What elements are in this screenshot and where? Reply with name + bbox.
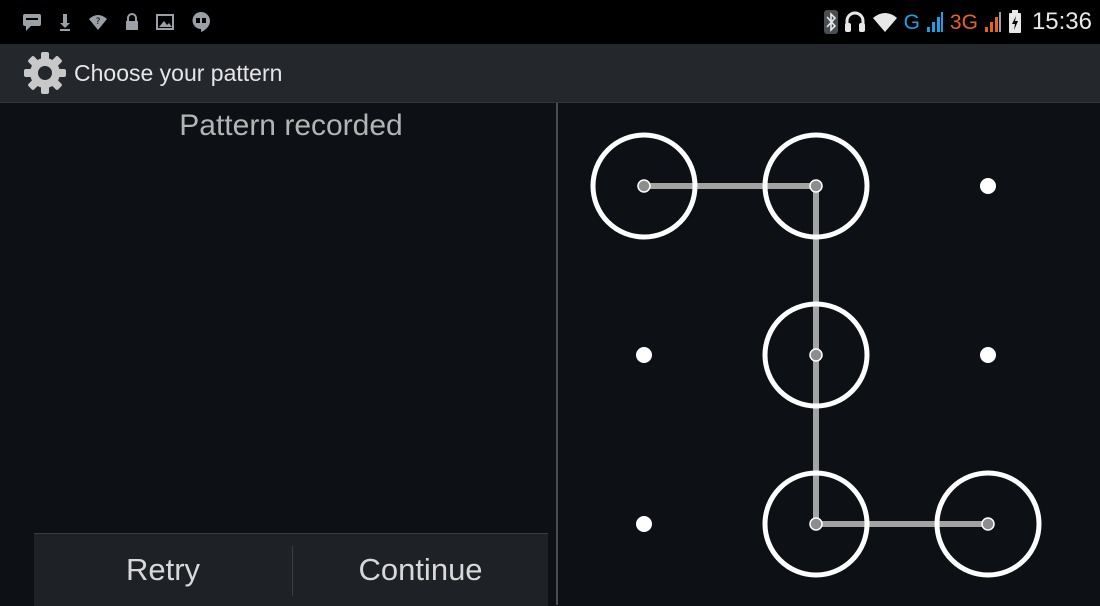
pattern-status-text: Pattern recorded: [179, 109, 403, 142]
notification-icons: ?: [22, 11, 211, 33]
pattern-grid[interactable]: [558, 103, 1100, 605]
left-pane: Pattern recorded: [0, 103, 556, 605]
network-type-label: G: [903, 10, 920, 34]
network-type-label-secondary: 3G: [949, 10, 978, 34]
system-icons: G 3G 15:36: [823, 6, 1092, 38]
signal-icon: [926, 12, 943, 32]
button-bar: Retry Continue: [34, 533, 548, 606]
pattern-node-center: [809, 179, 823, 193]
svg-text:?: ?: [96, 17, 101, 27]
image-icon: [156, 14, 174, 30]
pattern-node-dot: [980, 347, 996, 363]
pattern-node-dot: [636, 516, 652, 532]
pattern-node[interactable]: [980, 347, 996, 363]
lock-icon: [126, 13, 138, 30]
continue-button[interactable]: Continue: [293, 534, 548, 606]
pattern-node-center: [809, 517, 823, 531]
pattern-node-dot: [980, 178, 996, 194]
pattern-node[interactable]: [636, 347, 652, 363]
page-title: Choose your pattern: [74, 59, 283, 86]
retry-button[interactable]: Retry: [34, 534, 292, 606]
headset-icon: [844, 11, 865, 32]
bluetooth-icon: [823, 10, 838, 34]
status-clock: 15:36: [1031, 8, 1092, 35]
pattern-node-center: [981, 517, 995, 531]
pattern-node[interactable]: [636, 516, 652, 532]
battery-icon: [1008, 10, 1021, 33]
hangouts-icon: [192, 12, 210, 32]
signal-icon-secondary: [984, 12, 1001, 32]
pattern-node-center: [809, 348, 823, 362]
status-bar: ? G 3G 15:36: [0, 0, 1100, 44]
pattern-node[interactable]: [980, 178, 996, 194]
settings-icon[interactable]: [22, 50, 68, 96]
pattern-node-center: [637, 179, 651, 193]
wifi-question-icon: ?: [89, 15, 107, 30]
download-icon: [60, 14, 70, 31]
pattern-node-dot: [636, 347, 652, 363]
message-icon: [23, 14, 41, 31]
wifi-icon: [872, 13, 897, 32]
action-bar: Choose your pattern: [0, 44, 1100, 103]
